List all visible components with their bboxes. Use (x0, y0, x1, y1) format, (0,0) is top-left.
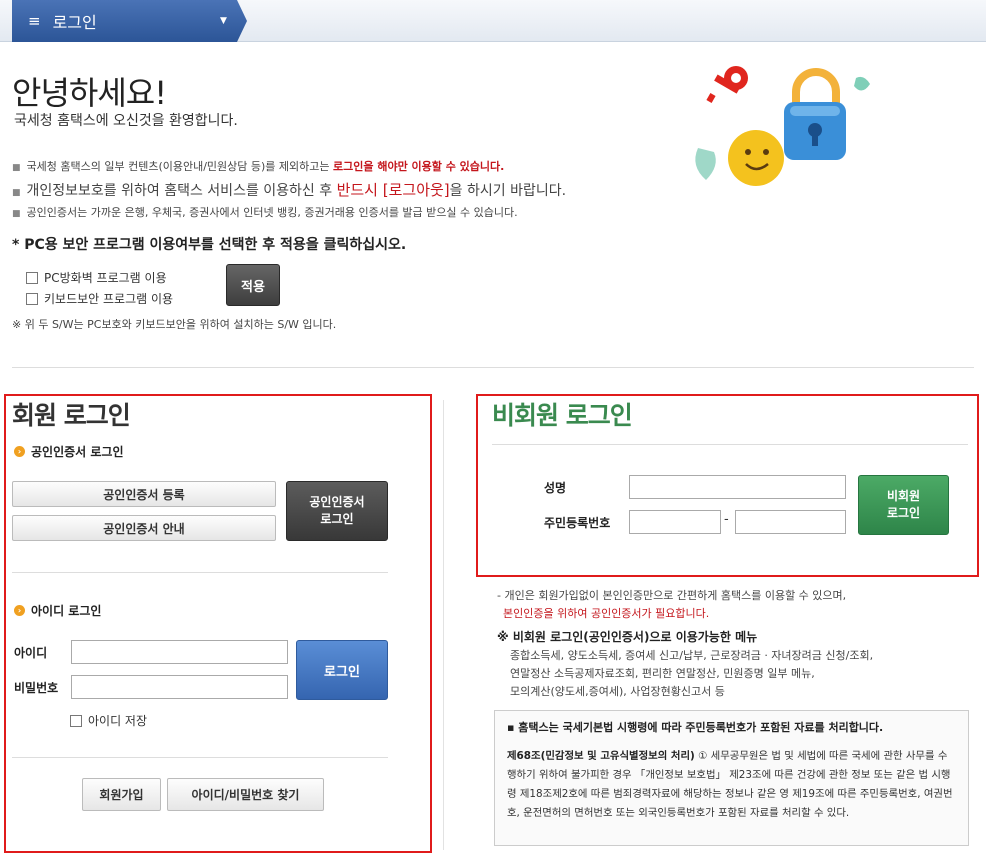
orange-bullet-icon: › (14, 605, 25, 616)
greeting-title: 안녕하세요! (12, 74, 167, 112)
member-login-title: 회원 로그인 (12, 401, 131, 430)
greeting-subtitle: 국세청 홈택스에 오신것을 환영합니다. (14, 113, 238, 129)
nonmember-menu-2: 연말정산 소득공제자료조회, 편리한 연말정산, 민원증명 일부 메뉴, (510, 667, 815, 680)
firewall-checkbox[interactable] (26, 271, 38, 284)
nonmember-login-button[interactable]: 비회원 로그인 (858, 475, 949, 535)
vertical-separator (443, 400, 444, 850)
id-input[interactable] (71, 640, 288, 664)
notice-logout: ■ 개인정보보호를 위하여 홈택스 서비스를 이용하신 후 반드시 [로그아웃]을… (12, 181, 567, 199)
nonmember-divider (492, 444, 968, 445)
password-label: 비밀번호 (14, 681, 59, 695)
hamburger-icon: ≡ (28, 12, 41, 30)
rrn-dash: - (724, 512, 729, 527)
member-divider-2 (12, 757, 388, 758)
rrn-label: 주민등록번호 (544, 516, 611, 530)
cert-register-button[interactable]: 공인인증서 등록 (12, 481, 276, 507)
notice-box-text: 제68조(민감정보 및 고유식별정보의 처리) ① 세무공무원은 법 및 세법에… (507, 750, 953, 819)
save-id-label: 아이디 저장 (88, 714, 148, 728)
orange-bullet-icon: › (14, 446, 25, 457)
id-label: 아이디 (14, 646, 48, 660)
name-input[interactable] (629, 475, 846, 499)
security-note: ※ 위 두 S/W는 PC보호와 키보드보안을 위하여 설치하는 S/W 입니다… (12, 318, 337, 331)
cert-guide-button[interactable]: 공인인증서 안내 (12, 515, 276, 541)
find-id-password-button[interactable]: 아이디/비밀번호 찾기 (167, 778, 324, 811)
name-label: 성명 (544, 481, 567, 495)
join-button[interactable]: 회원가입 (82, 778, 161, 811)
rrn-processing-notice: ▪ 홈택스는 국세기본법 시행령에 따라 주민등록번호가 포함된 자료를 처리합… (494, 710, 969, 846)
firewall-option[interactable]: PC방화벽 프로그램 이용 (26, 269, 167, 286)
rrn-front-input[interactable] (629, 510, 721, 534)
top-bar: ≡ 로그인 ▼ (0, 0, 986, 42)
keyboard-security-label: 키보드보안 프로그램 이용 (44, 292, 174, 306)
apply-button[interactable]: 적용 (226, 264, 280, 306)
nonmember-info-2: 본인인증을 위하여 공인인증서가 필요합니다. (503, 607, 710, 620)
rrn-back-input[interactable] (735, 510, 846, 534)
tab-title: 로그인 (52, 13, 97, 32)
cert-login-button[interactable]: 공인인증서 로그인 (286, 481, 388, 541)
notice-certificate: ■ 공인인증서는 가까운 은행, 우체국, 증권사에서 인터넷 뱅킹, 증권거래용… (12, 206, 518, 219)
nonmember-menu-3: 모의계산(양도세,증여세), 사업장현황신고서 등 (510, 685, 725, 698)
nonmember-menu-title: ※ 비회원 로그인(공인인증서)으로 이용가능한 메뉴 (497, 630, 758, 644)
save-id-checkbox[interactable] (70, 714, 82, 727)
save-id-option[interactable]: 아이디 저장 (70, 712, 147, 729)
cert-login-heading: › 공인인증서 로그인 (14, 443, 124, 460)
id-login-heading: › 아이디 로그인 (14, 602, 101, 619)
notice-login-required: ■ 국세청 홈택스의 일부 컨텐츠(이용안내/민원상담 등)를 제외하고는 로그인… (12, 160, 505, 173)
member-divider-1 (12, 572, 388, 573)
nonmember-menu-1: 종합소득세, 양도소득세, 증여세 신고/납부, 근로장려금 · 자녀장려금 신… (510, 649, 874, 662)
nonmember-info-1: - 개인은 회원가입없이 본인인증만으로 간편하게 홈택스를 이용할 수 있으며… (497, 589, 847, 602)
notice-box-title: ▪ 홈택스는 국세기본법 시행령에 따라 주민등록번호가 포함된 자료를 처리합… (507, 721, 884, 734)
caret-down-icon: ▼ (220, 16, 227, 26)
section-divider (12, 367, 974, 368)
password-input[interactable] (71, 675, 288, 699)
nonmember-login-title: 비회원 로그인 (492, 401, 633, 430)
keyboard-security-checkbox[interactable] (26, 292, 38, 305)
security-program-title: * PC용 보안 프로그램 이용여부를 선택한 후 적용을 클릭하십시오. (12, 237, 407, 253)
login-menu-tab[interactable]: ≡ 로그인 ▼ (12, 0, 247, 42)
key-lock-illustration-icon (695, 66, 870, 186)
login-button[interactable]: 로그인 (296, 640, 388, 700)
keyboard-security-option[interactable]: 키보드보안 프로그램 이용 (26, 290, 173, 307)
firewall-label: PC방화벽 프로그램 이용 (44, 271, 167, 285)
